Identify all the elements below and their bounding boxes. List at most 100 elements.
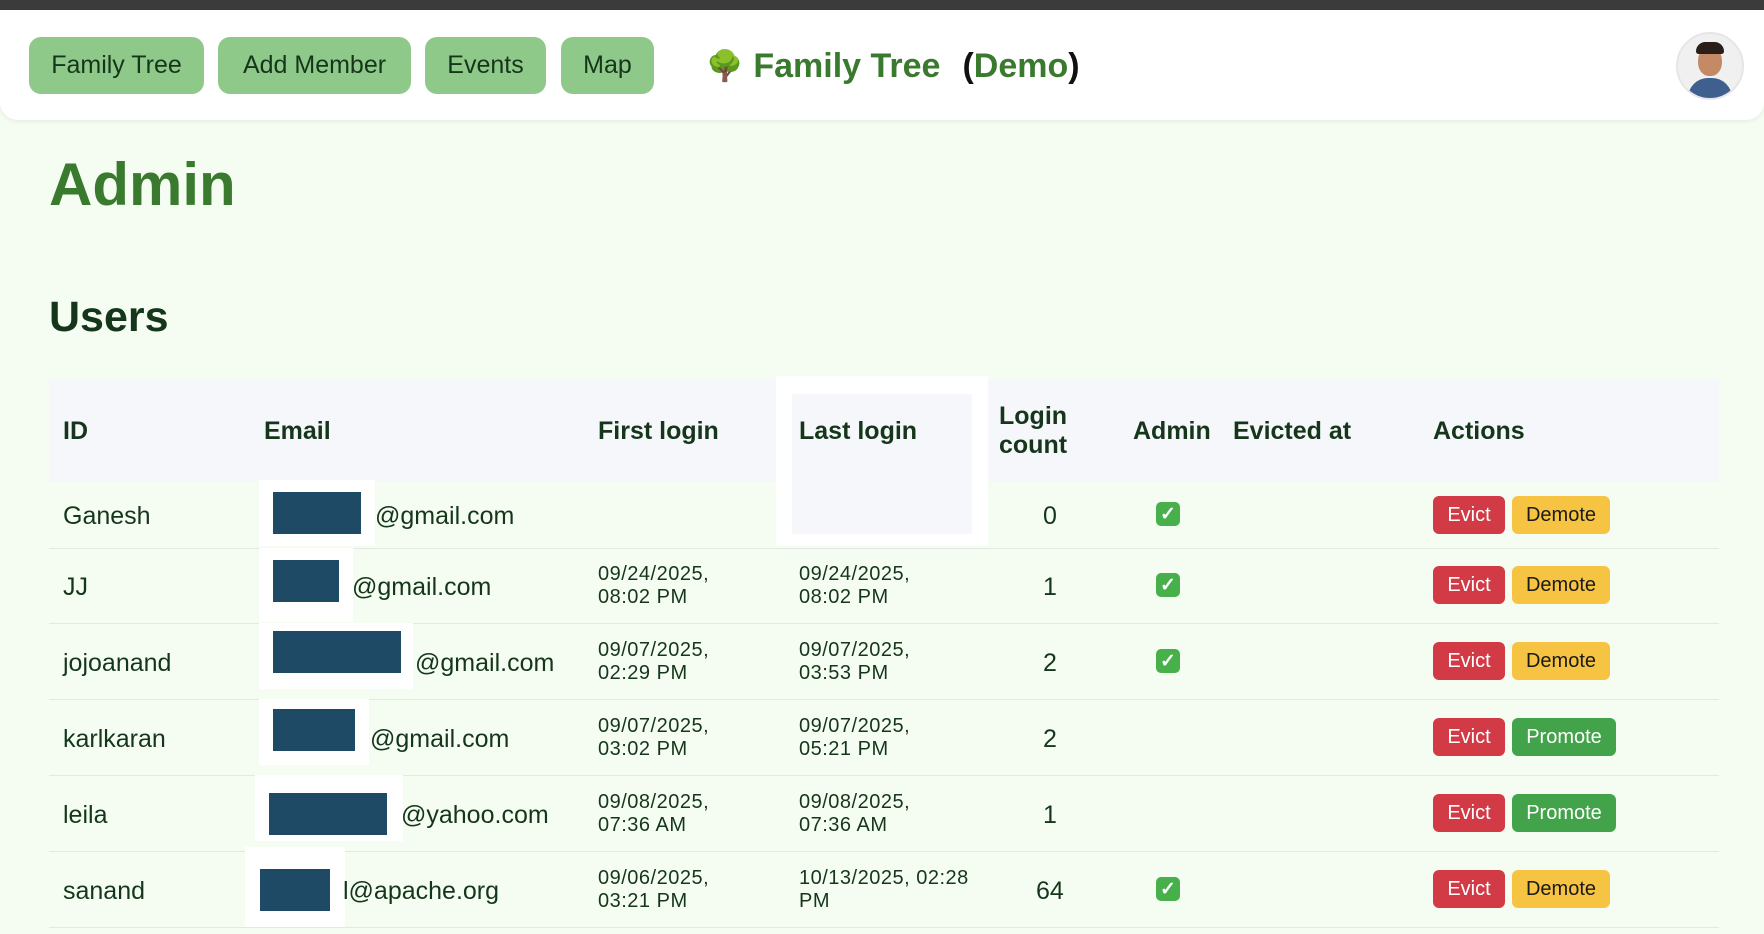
brand-demo-label: Demo [973,46,1069,85]
first-login: 09/24/2025, 08:02 PM [598,563,709,609]
brand-title: Family Tree [753,46,941,85]
nav-family-tree-button[interactable]: Family Tree [29,37,204,94]
user-avatar[interactable] [1676,32,1744,100]
last-login-time: 05:21 PM [799,738,889,760]
demote-button[interactable]: Demote [1512,496,1610,534]
last-login: 09/07/2025, 03:53 PM [799,639,910,685]
last-login-time: PM [799,890,830,912]
admin-check-icon: ✓ [1156,649,1180,673]
users-section-title: Users [49,293,169,341]
table-row: Ganesh @gmail.com 0 ✓ Evict Demote [49,480,1719,549]
evict-button[interactable]: Evict [1433,496,1505,534]
first-login: 09/07/2025, 03:02 PM [598,715,709,761]
first-login-date: 09/07/2025, [598,715,710,737]
first-login-time: 07:36 AM [598,814,687,836]
evict-button[interactable]: Evict [1433,870,1505,908]
header-evicted-at[interactable]: Evicted at [1233,417,1351,446]
page-title: Admin [49,151,236,218]
redacted-email-user [273,560,339,602]
first-login-time: 03:21 PM [598,890,688,912]
user-id: jojoanand [63,649,172,677]
redacted-email-user [260,869,330,911]
demote-button[interactable]: Demote [1512,870,1610,908]
user-email: l@apache.org [343,877,500,905]
header-actions: Actions [1433,417,1525,445]
user-id: sanand [63,877,146,905]
redacted-email-user [273,631,401,673]
evict-button[interactable]: Evict [1433,794,1505,832]
first-login-date: 09/07/2025, [598,639,710,661]
user-email: @yahoo.com [401,801,549,829]
last-login-date: 09/07/2025, [799,639,911,661]
admin-check-icon: ✓ [1156,877,1180,901]
evict-button[interactable]: Evict [1433,566,1505,604]
user-id: Ganesh [63,502,151,530]
brand: 🌳 Family Tree (Demo) [706,46,1080,86]
header-email[interactable]: Email [264,417,331,446]
last-login: 09/24/2025, 08:02 PM [799,563,910,609]
promote-button[interactable]: Promote [1512,794,1616,832]
first-login-time: 03:02 PM [598,738,688,760]
user-id: leila [63,801,108,829]
last-login-date: 09/24/2025, [799,563,911,585]
user-email: @gmail.com [352,573,492,601]
first-login-date: 09/08/2025, [598,791,710,813]
login-count: 1 [1043,801,1057,829]
user-email: @gmail.com [375,502,515,530]
header-id[interactable]: ID [63,417,88,446]
first-login: 09/06/2025, 03:21 PM [598,867,709,913]
redacted-email-user [273,492,361,534]
tree-icon: 🌳 [706,49,744,83]
redacted-email-user [273,709,355,751]
evict-button[interactable]: Evict [1433,642,1505,680]
nav-map-button[interactable]: Map [561,37,654,94]
header-last-login[interactable]: Last login [799,417,917,446]
navbar: Family Tree Add Member Events Map 🌳 Fami… [0,10,1764,120]
login-count: 1 [1043,573,1057,601]
table-row: karlkaran @gmail.com 09/07/2025, 03:02 PM… [49,699,1719,776]
last-login-time: 08:02 PM [799,586,889,608]
login-count: 2 [1043,649,1057,677]
login-count: 2 [1043,725,1057,753]
last-login-date: 10/13/2025, 02:28 [799,867,969,889]
avatar-body [1688,78,1732,98]
user-id: JJ [63,573,88,601]
table-row: JJ @gmail.com 09/24/2025, 08:02 PM 09/24/… [49,548,1719,624]
last-login: 09/08/2025, 07:36 AM [799,791,910,837]
brand-demo-open-paren: ( [962,46,974,85]
user-email: @gmail.com [415,649,555,677]
table-row: sanand l@apache.org 09/06/2025, 03:21 PM … [49,847,1719,928]
last-login-time: 03:53 PM [799,662,889,684]
first-login-time: 02:29 PM [598,662,688,684]
nav-events-button[interactable]: Events [425,37,546,94]
first-login: 09/07/2025, 02:29 PM [598,639,709,685]
avatar-hair [1696,42,1724,54]
user-id: karlkaran [63,725,166,753]
demote-button[interactable]: Demote [1512,566,1610,604]
nav-add-member-button[interactable]: Add Member [218,37,411,94]
brand-demo-close-paren: ) [1068,46,1080,85]
header-admin[interactable]: Admin [1133,417,1211,446]
admin-check-icon: ✓ [1156,502,1180,526]
demote-button[interactable]: Demote [1512,642,1610,680]
last-login-date: 09/07/2025, [799,715,911,737]
first-login-date: 09/24/2025, [598,563,710,585]
first-login-date: 09/06/2025, [598,867,710,889]
user-email: @gmail.com [370,725,510,753]
table-row: leila @yahoo.com 09/08/2025, 07:36 AM 09/… [49,775,1719,852]
last-login-time: 07:36 AM [799,814,888,836]
window-top-strip [0,0,1764,10]
redacted-email-user [269,793,387,835]
last-login: 10/13/2025, 02:28 PM [799,867,969,913]
last-login-date: 09/08/2025, [799,791,911,813]
admin-check-icon: ✓ [1156,573,1180,597]
table-row: jojoanand @gmail.com 09/07/2025, 02:29 PM… [49,623,1719,700]
evict-button[interactable]: Evict [1433,718,1505,756]
login-count: 0 [1043,502,1057,530]
promote-button[interactable]: Promote [1512,718,1616,756]
last-login: 09/07/2025, 05:21 PM [799,715,910,761]
header-first-login[interactable]: First login [598,417,719,446]
first-login-time: 08:02 PM [598,586,688,608]
login-count: 64 [1036,877,1064,905]
header-login-count[interactable]: Login count [999,402,1089,460]
